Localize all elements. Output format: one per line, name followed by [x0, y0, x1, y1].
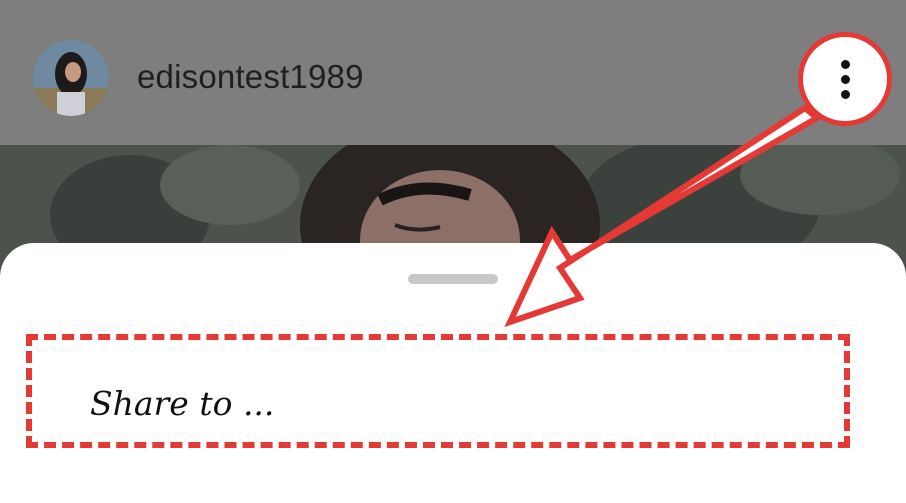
- more-options-button[interactable]: [798, 32, 892, 126]
- more-icon-dot: [840, 89, 850, 99]
- avatar-image: [33, 40, 109, 116]
- username[interactable]: edisontest1989: [137, 58, 364, 96]
- more-icon-dot: [840, 59, 850, 69]
- post-header: edisontest1989: [0, 0, 906, 145]
- more-icon-dot: [840, 74, 850, 84]
- drag-handle[interactable]: [408, 274, 498, 284]
- avatar[interactable]: [33, 40, 109, 116]
- share-to-option[interactable]: Share to ...: [90, 384, 274, 423]
